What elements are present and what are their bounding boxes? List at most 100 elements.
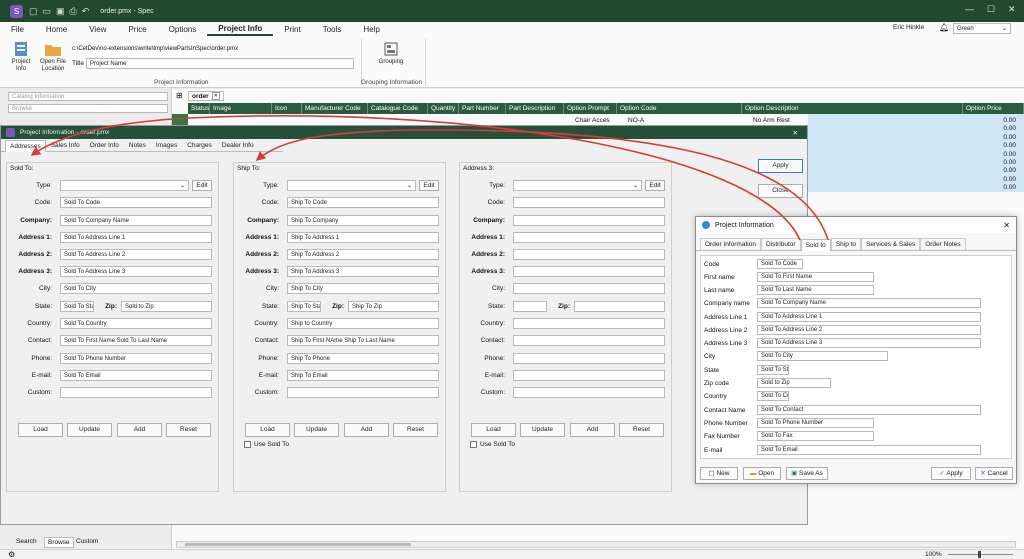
field-input[interactable]: Sold To St — [757, 365, 789, 375]
field-input[interactable]: Sold to Zip — [757, 378, 831, 388]
use-sold-to-checkbox[interactable]: Use Sold To — [470, 441, 515, 448]
user-name[interactable]: Eric Hinkle — [893, 24, 924, 31]
address2-input[interactable]: Sold To Address Line 2 — [60, 249, 212, 260]
close-tab-icon[interactable]: ✕ — [211, 92, 220, 100]
load-button[interactable]: Load — [18, 423, 63, 437]
tab-custom[interactable]: Custom — [76, 538, 98, 545]
type-select[interactable]: ⌄ — [287, 180, 416, 191]
custom-input[interactable] — [60, 387, 212, 398]
company-input[interactable] — [513, 215, 665, 226]
edit-button[interactable]: Edit — [192, 180, 212, 191]
apply-button[interactable]: Apply — [758, 159, 803, 173]
company-input[interactable]: Ship To Company — [287, 215, 439, 226]
tab-images[interactable]: Images — [151, 139, 182, 151]
field-input[interactable]: Sold To Code — [757, 259, 803, 269]
field-input[interactable]: Sold To Last Name — [757, 285, 874, 295]
col-part-description[interactable]: Part Description — [506, 103, 564, 114]
contact-input[interactable]: Ship To First NAme Ship To Last Name — [287, 335, 439, 346]
email-input[interactable] — [513, 370, 665, 381]
menu-home[interactable]: Home — [35, 25, 78, 36]
update-button[interactable]: Update — [67, 423, 112, 437]
new-button[interactable]: ▢ New — [700, 467, 738, 480]
use-sold-to-checkbox[interactable]: Use Sold To — [244, 441, 289, 448]
reset-button[interactable]: Reset — [393, 423, 438, 437]
cancel-button[interactable]: ✕ Cancel — [975, 467, 1013, 480]
order-tab[interactable]: order ✕ — [188, 91, 224, 101]
grouping-button[interactable]: Grouping — [374, 41, 408, 66]
zoom-thumb[interactable] — [978, 551, 981, 558]
add-button[interactable]: Add — [344, 423, 389, 437]
theme-select[interactable]: Green ⌄ — [953, 23, 1011, 34]
address1-input[interactable] — [513, 232, 665, 243]
col-image[interactable]: Image — [210, 103, 272, 114]
address3-input[interactable] — [513, 266, 665, 277]
col-part-number[interactable]: Part Number — [459, 103, 506, 114]
col-option-price[interactable]: Option Price — [963, 103, 1024, 114]
horizontal-scrollbar[interactable] — [176, 541, 1016, 548]
city-input[interactable]: Ship To City — [287, 283, 439, 294]
country-input[interactable]: Sold To Country — [60, 318, 212, 329]
phone-input[interactable] — [513, 353, 665, 364]
close-icon[interactable]: ✕ — [1003, 221, 1010, 230]
close-icon[interactable]: ✕ — [1008, 4, 1016, 15]
phone-input[interactable]: Ship To Phone — [287, 353, 439, 364]
country-input[interactable]: Ship to Country — [287, 318, 439, 329]
type-select[interactable]: ⌄ — [60, 180, 189, 191]
settings-icon[interactable]: ⚙ — [8, 550, 15, 559]
field-input[interactable]: Sold To Address Line 2 — [757, 325, 981, 335]
load-button[interactable]: Load — [471, 423, 516, 437]
field-input[interactable]: Sold To Company Name — [757, 298, 981, 308]
bell-icon[interactable]: 🔔︎ — [939, 23, 949, 32]
city-input[interactable]: Sold To City — [60, 283, 212, 294]
apply-button[interactable]: ✓ Apply — [931, 467, 971, 480]
edit-button[interactable]: Edit — [645, 180, 665, 191]
menu-tools[interactable]: Tools — [312, 25, 353, 36]
grid-options-icon[interactable]: ⊞ — [176, 91, 183, 100]
code-input[interactable] — [513, 197, 665, 208]
project-info-button[interactable]: Project Info — [8, 41, 34, 73]
address3-input[interactable]: Ship To Address 3 — [287, 266, 439, 277]
col-quantity[interactable]: Quantity — [428, 103, 459, 114]
email-input[interactable]: Sold To Email — [60, 370, 212, 381]
custom-input[interactable] — [513, 387, 665, 398]
menu-file[interactable]: File — [0, 25, 35, 36]
field-input[interactable]: Sold To Fax — [757, 431, 874, 441]
catalog-search-input[interactable]: Catalog Information — [8, 92, 168, 101]
field-input[interactable]: Sold To Address Line 1 — [757, 312, 981, 322]
tab-sold-to[interactable]: Sold to — [800, 239, 831, 251]
selected-price-block[interactable]: 0.00 0.00 0.00 0.00 0.00 0.00 0.00 0.00 … — [808, 114, 1024, 192]
tab-sales-info[interactable]: Sales Info — [46, 139, 85, 151]
maximize-icon[interactable]: ☐ — [987, 4, 995, 15]
zip-input[interactable] — [574, 301, 665, 312]
address2-input[interactable]: Ship To Address 2 — [287, 249, 439, 260]
tab-search[interactable]: Search — [16, 538, 37, 545]
col-manufacturer-code[interactable]: Manufacturer Code — [302, 103, 368, 114]
tab-order-info[interactable]: Order Info — [85, 139, 124, 151]
project-title-input[interactable]: Project Name — [86, 58, 354, 69]
open-folder-icon[interactable]: ▭ — [43, 6, 52, 17]
tab-distributor[interactable]: Distributor — [760, 238, 801, 250]
contact-input[interactable] — [513, 335, 665, 346]
col-icon[interactable]: Icon — [272, 103, 302, 114]
address1-input[interactable]: Sold To Address Line 1 — [60, 232, 212, 243]
undo-icon[interactable]: ↶ — [82, 6, 90, 17]
col-option-description[interactable]: Option Description — [742, 103, 963, 114]
add-button[interactable]: Add — [570, 423, 615, 437]
tab-charges[interactable]: Charges — [182, 139, 217, 151]
print-icon[interactable]: ⎙ — [70, 6, 77, 17]
field-input[interactable]: Sold To City — [757, 351, 888, 361]
minimize-icon[interactable]: — — [965, 4, 974, 14]
city-input[interactable] — [513, 283, 665, 294]
company-input[interactable]: Sold To Company Name — [60, 215, 212, 226]
email-input[interactable]: Ship To Email — [287, 370, 439, 381]
edit-button[interactable]: Edit — [419, 180, 439, 191]
type-select[interactable]: ⌄ — [513, 180, 642, 191]
field-input[interactable]: Sold To Phone Number — [757, 418, 874, 428]
custom-input[interactable] — [287, 387, 439, 398]
tab-order-notes[interactable]: Order Notes — [920, 238, 966, 250]
menu-print[interactable]: Print — [273, 25, 311, 36]
add-button[interactable]: Add — [117, 423, 162, 437]
tab-browse[interactable]: Browse — [44, 537, 74, 548]
col-option-code[interactable]: Option Code — [617, 103, 742, 114]
tab-order-information[interactable]: Order Information — [700, 238, 761, 250]
